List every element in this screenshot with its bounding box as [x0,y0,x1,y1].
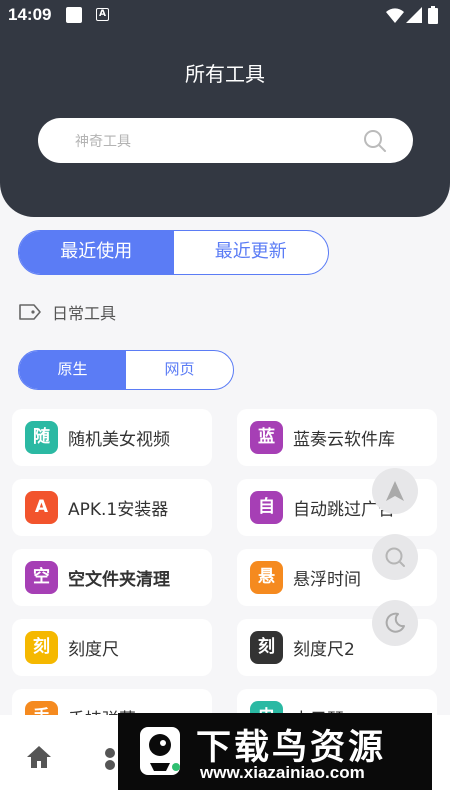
notification-square-icon [66,7,82,23]
tool-icon: 悬 [250,561,283,594]
tag-icon [19,304,41,320]
tool-label: 刻度尺 [68,640,119,660]
tool-icon: 刻 [250,631,283,664]
tool-icon: 空 [25,561,58,594]
tool-label: 空文件夹清理 [68,570,170,590]
tab-native[interactable]: 原生 [19,351,126,389]
signal-icon [406,7,422,23]
tab-recent-updated[interactable]: 最近更新 [174,231,329,274]
tool-label: 随机美女视频 [68,430,170,450]
tool-icon: 随 [25,421,58,454]
home-icon[interactable] [26,745,52,769]
night-mode-fab[interactable] [372,600,418,646]
grid-icon[interactable] [104,747,118,771]
page-title: 所有工具 [185,62,265,86]
watermark-banner: 下载鸟资源 www.xiazainiao.com [118,713,432,790]
type-tabs: 原生 网页 [18,350,234,390]
search-icon [385,547,405,567]
tool-label: 刻度尺2 [293,640,355,660]
tool-label: 悬浮时间 [293,570,361,590]
recent-tabs: 最近使用 最近更新 [18,230,329,275]
section-header: 日常工具 [18,300,116,324]
section-label: 日常工具 [52,304,117,323]
tool-label: 蓝奏云软件库 [293,430,395,450]
tool-card[interactable]: 刻 刻度尺 [12,619,212,676]
status-time: 14:09 [8,5,52,24]
search-icon[interactable] [363,129,387,153]
tool-card[interactable]: 蓝 蓝奏云软件库 [237,409,437,466]
notification-a-icon: A [96,8,109,21]
navigation-fab[interactable] [372,468,418,514]
tool-label: APK.1安装器 [68,500,169,520]
status-bar: 14:09 A [0,0,450,32]
tool-icon: 自 [250,491,283,524]
battery-icon [428,6,438,24]
tab-web[interactable]: 网页 [126,351,233,389]
search-bar[interactable]: 神奇工具 [38,118,413,163]
tool-card[interactable]: 空 空文件夹清理 [12,549,212,606]
tool-icon: 蓝 [250,421,283,454]
tool-icon: A [25,491,58,524]
bird-logo-icon [140,727,180,775]
tool-card[interactable]: A APK.1安装器 [12,479,212,536]
navigation-arrow-icon [386,481,404,501]
wifi-icon [386,8,404,23]
watermark-url: www.xiazainiao.com [200,763,365,782]
search-input[interactable]: 神奇工具 [75,131,131,151]
header: 14:09 A 所有工具 神奇工具 [0,0,450,217]
tab-recent-used[interactable]: 最近使用 [19,231,174,274]
tool-card[interactable]: 随 随机美女视频 [12,409,212,466]
search-fab[interactable] [372,534,418,580]
tool-icon: 刻 [25,631,58,664]
night-mode-icon [385,612,405,633]
